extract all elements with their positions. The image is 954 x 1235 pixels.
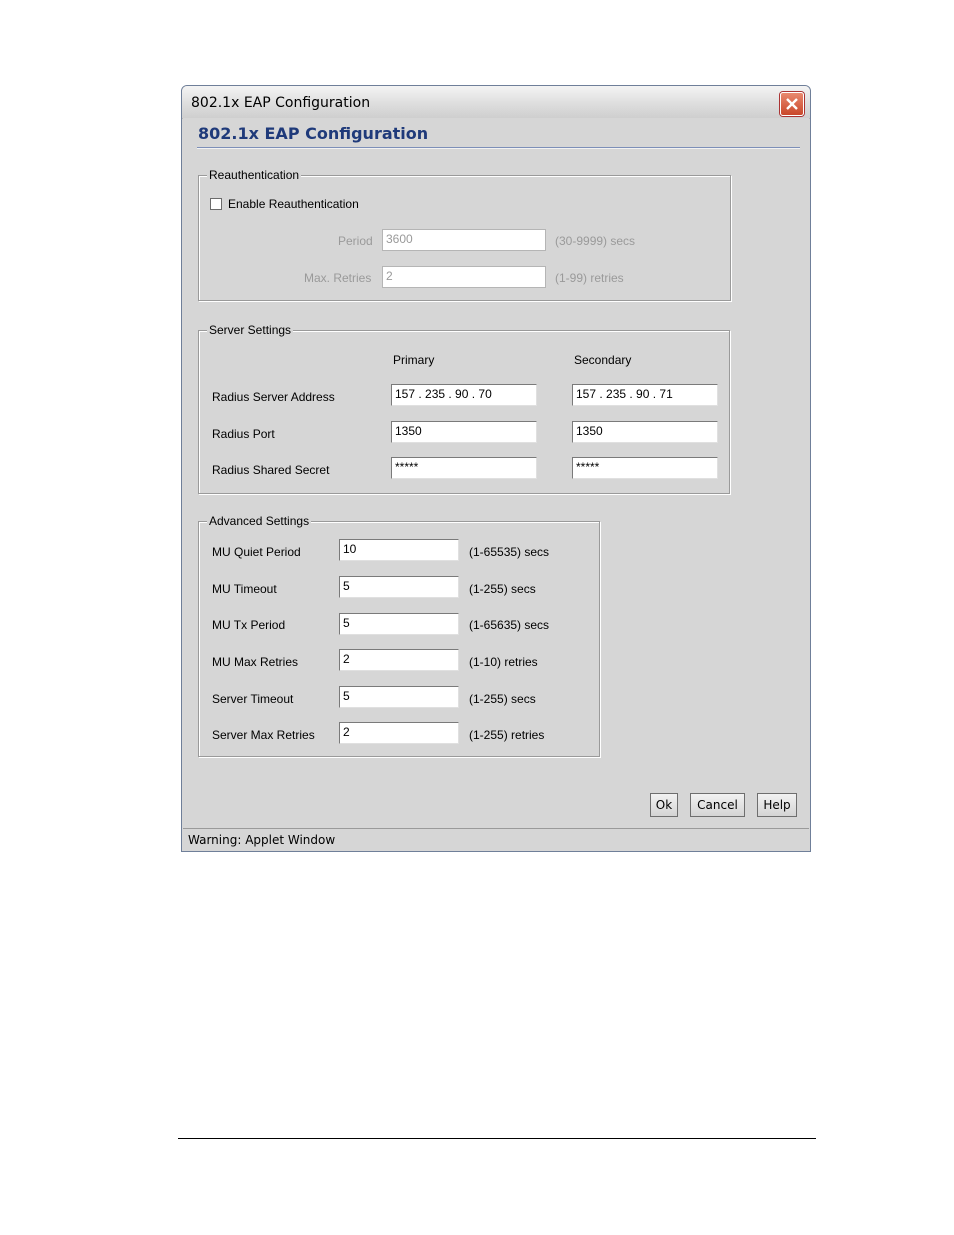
primary-radius-port-field[interactable]: 1350	[391, 421, 537, 443]
secondary-radius-shared-secret-field[interactable]: *****	[572, 457, 718, 479]
page-title: 802.1x EAP Configuration	[198, 124, 429, 143]
server-max-retries-field[interactable]: 2	[339, 722, 459, 744]
server-max-retries-label: Server Max Retries	[212, 728, 315, 742]
advanced-settings-group-label: Advanced Settings	[207, 514, 312, 528]
ok-button[interactable]: Ok	[650, 793, 678, 817]
mu-timeout-label: MU Timeout	[212, 582, 277, 596]
mu-tx-period-field[interactable]: 5	[339, 613, 459, 635]
mu-quiet-period-field[interactable]: 10	[339, 539, 459, 561]
page-divider	[178, 1138, 816, 1139]
mu-max-retries-hint: (1-10) retries	[469, 655, 538, 669]
enable-reauthentication-checkbox[interactable]	[210, 198, 222, 210]
close-button[interactable]	[780, 92, 804, 116]
secondary-radius-server-address-field[interactable]: 157 . 235 . 90 . 71	[572, 384, 718, 406]
reauthentication-group: Reauthentication Enable Reauthentication…	[198, 168, 731, 301]
server-timeout-hint: (1-255) secs	[469, 692, 536, 706]
reauthentication-group-label: Reauthentication	[207, 168, 302, 182]
server-timeout-label: Server Timeout	[212, 692, 294, 706]
mu-tx-period-hint: (1-65635) secs	[469, 618, 550, 632]
server-settings-group: Server Settings Primary Secondary Radius…	[198, 323, 730, 494]
secondary-radius-port-field[interactable]: 1350	[572, 421, 718, 443]
mu-tx-period-label: MU Tx Period	[212, 618, 286, 632]
primary-column-header: Primary	[393, 353, 435, 367]
primary-radius-server-address-field[interactable]: 157 . 235 . 90 . 70	[391, 384, 537, 406]
period-field[interactable]: 3600	[382, 229, 546, 251]
status-text: Warning: Applet Window	[188, 833, 336, 847]
mu-timeout-hint: (1-255) secs	[469, 582, 536, 596]
mu-max-retries-label: MU Max Retries	[212, 655, 299, 669]
cancel-button[interactable]: Cancel	[690, 793, 745, 817]
mu-timeout-field[interactable]: 5	[339, 576, 459, 598]
max-retries-label: Max. Retries	[304, 271, 372, 285]
heading-divider	[197, 147, 800, 149]
mu-quiet-period-label: MU Quiet Period	[212, 545, 301, 559]
server-settings-group-label: Server Settings	[207, 323, 294, 337]
radius-port-label: Radius Port	[212, 427, 275, 441]
max-retries-field[interactable]: 2	[382, 266, 546, 288]
dialog-content: 802.1x EAP Configuration Reauthenticatio…	[183, 118, 809, 828]
radius-shared-secret-label: Radius Shared Secret	[212, 463, 330, 477]
close-icon	[786, 98, 798, 110]
eap-config-window: 802.1x EAP Configuration 802.1x EAP Conf…	[181, 85, 811, 852]
title-bar[interactable]: 802.1x EAP Configuration	[182, 86, 810, 119]
primary-radius-shared-secret-field[interactable]: *****	[391, 457, 537, 479]
server-max-retries-hint: (1-255) retries	[469, 728, 545, 742]
period-label: Period	[338, 234, 373, 248]
max-retries-hint: (1-99) retries	[555, 271, 624, 285]
period-hint: (30-9999) secs	[555, 234, 636, 248]
advanced-settings-group: Advanced Settings MU Quiet Period 10 (1-…	[198, 514, 600, 757]
enable-reauthentication-label[interactable]: Enable Reauthentication	[228, 197, 359, 211]
secondary-column-header: Secondary	[574, 353, 632, 367]
mu-max-retries-field[interactable]: 2	[339, 649, 459, 671]
server-timeout-field[interactable]: 5	[339, 686, 459, 708]
window-title: 802.1x EAP Configuration	[191, 95, 371, 111]
radius-server-address-label: Radius Server Address	[212, 390, 335, 404]
status-bar: Warning: Applet Window	[183, 828, 809, 851]
mu-quiet-period-hint: (1-65535) secs	[469, 545, 550, 559]
help-button[interactable]: Help	[757, 793, 797, 817]
